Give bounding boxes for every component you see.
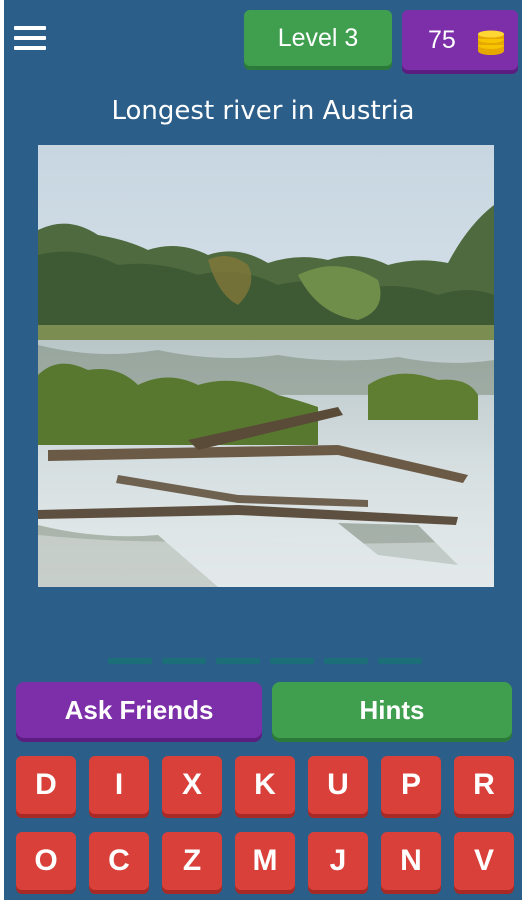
letter-key[interactable]: U	[308, 756, 368, 814]
question-text: Longest river in Austria	[111, 96, 415, 126]
answer-slots	[108, 658, 428, 666]
answer-slot[interactable]	[108, 658, 152, 664]
letter-key[interactable]: M	[235, 832, 295, 890]
answer-slot[interactable]	[162, 658, 206, 664]
answer-slot[interactable]	[270, 658, 314, 664]
game-screen: Level 3 75 Longest river in Austria Ask …	[4, 0, 522, 900]
letter-key[interactable]: O	[16, 832, 76, 890]
letter-key[interactable]: V	[454, 832, 514, 890]
answer-slot[interactable]	[216, 658, 260, 664]
ask-friends-button[interactable]: Ask Friends	[16, 682, 262, 738]
letter-key[interactable]: I	[89, 756, 149, 814]
coin-count: 75	[428, 26, 456, 54]
letter-key[interactable]: K	[235, 756, 295, 814]
hints-button[interactable]: Hints	[272, 682, 512, 738]
letter-key[interactable]: C	[89, 832, 149, 890]
letter-key[interactable]: R	[454, 756, 514, 814]
letter-key[interactable]: N	[381, 832, 441, 890]
letter-key[interactable]: D	[16, 756, 76, 814]
answer-slot[interactable]	[378, 658, 422, 664]
coins-badge[interactable]: 75	[402, 10, 518, 70]
letter-key[interactable]: J	[308, 832, 368, 890]
coin-stack-icon	[478, 30, 504, 55]
hamburger-menu-icon[interactable]	[14, 24, 48, 54]
level-badge: Level 3	[244, 10, 392, 66]
letter-key[interactable]: X	[162, 756, 222, 814]
letter-key[interactable]: P	[381, 756, 441, 814]
answer-slot[interactable]	[324, 658, 368, 664]
river-photo	[38, 145, 494, 587]
letter-key[interactable]: Z	[162, 832, 222, 890]
